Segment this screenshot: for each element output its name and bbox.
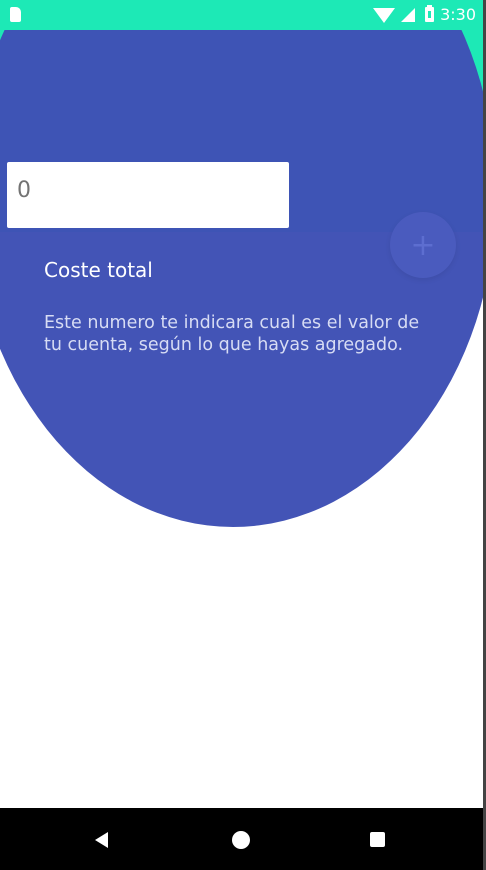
total-cost-field[interactable]: 0 (7, 162, 289, 228)
add-button[interactable]: + (390, 212, 456, 278)
wifi-icon (373, 8, 396, 23)
status-indicators: 3:30 (373, 5, 476, 24)
tooltip-description: Este numero te indicara cual es el valor… (44, 313, 420, 355)
status-bar: 3:30 (0, 0, 486, 30)
home-icon[interactable] (232, 831, 250, 849)
back-icon[interactable] (95, 832, 108, 848)
signal-icon (401, 7, 416, 22)
navigation-bar (0, 808, 486, 870)
battery-icon (425, 5, 435, 22)
status-time: 3:30 (440, 5, 476, 24)
tooltip-title: Coste total (44, 258, 153, 282)
total-cost-value: 0 (17, 178, 31, 203)
sd-card-icon (10, 7, 21, 22)
recents-icon[interactable] (370, 832, 385, 847)
plus-icon: + (410, 227, 436, 263)
app-screen: 3:30 0 + Coste total Este numero te indi… (0, 0, 486, 870)
